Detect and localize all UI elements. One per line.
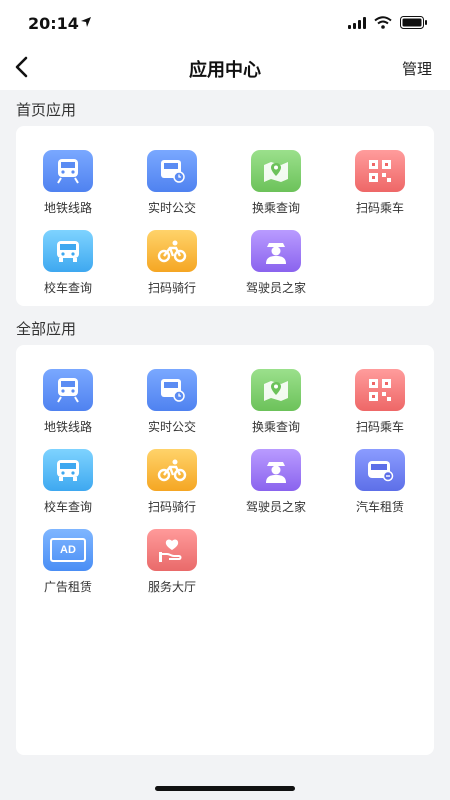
app-label: 扫码乘车 [355, 420, 404, 434]
driver-icon [251, 230, 301, 272]
bike-icon [147, 449, 197, 491]
app-item-scan-ride[interactable]: 扫码乘车 [328, 150, 432, 230]
app-label: 实时公交 [147, 201, 196, 215]
app-item-realtime-bus[interactable]: 实时公交 [120, 150, 224, 230]
section-title-home: 首页应用 [16, 101, 77, 119]
app-item-scan-bike[interactable]: 扫码骑行 [120, 230, 224, 310]
qr-code-icon [355, 150, 405, 192]
app-item-metro[interactable]: 地铁线路 [16, 150, 120, 230]
ad-icon-text: AD [50, 538, 86, 562]
app-item-transfer[interactable]: 换乘查询 [224, 369, 328, 449]
home-apps-card: 地铁线路 实时公交 换乘查询 扫码乘车 校车查询 扫码骑行 驾驶员之家 [16, 126, 434, 306]
bike-icon [147, 230, 197, 272]
school-bus-icon [43, 449, 93, 491]
bus-realtime-icon [147, 150, 197, 192]
app-label: 广告租赁 [43, 580, 92, 594]
metro-icon [43, 150, 93, 192]
app-label: 驾驶员之家 [245, 500, 306, 514]
app-item-realtime-bus[interactable]: 实时公交 [120, 369, 224, 449]
ad-icon: AD [43, 529, 93, 571]
all-apps-card: 地铁线路 实时公交 换乘查询 扫码乘车 校车查询 扫码骑行 驾驶员之家 汽车租赁… [16, 345, 434, 755]
app-label: 扫码乘车 [355, 201, 404, 215]
page-title: 应用中心 [189, 60, 261, 81]
bus-realtime-icon [147, 369, 197, 411]
app-item-driver-home[interactable]: 驾驶员之家 [224, 449, 328, 529]
app-item-school-bus[interactable]: 校车查询 [16, 449, 120, 529]
app-item-scan-ride[interactable]: 扫码乘车 [328, 369, 432, 449]
app-item-car-rental[interactable]: 汽车租赁 [328, 449, 432, 529]
map-pin-icon [251, 369, 301, 411]
driver-icon [251, 449, 301, 491]
qr-code-icon [355, 369, 405, 411]
app-item-transfer[interactable]: 换乘查询 [224, 150, 328, 230]
home-indicator [155, 786, 295, 791]
car-rental-icon [355, 449, 405, 491]
app-label: 校车查询 [43, 281, 92, 295]
app-label: 地铁线路 [43, 420, 92, 434]
app-item-service-hall[interactable]: 服务大厅 [120, 529, 224, 609]
app-item-school-bus[interactable]: 校车查询 [16, 230, 120, 310]
battery-icon [400, 16, 427, 29]
app-label: 实时公交 [147, 420, 196, 434]
app-label: 扫码骑行 [147, 500, 196, 514]
app-label: 换乘查询 [251, 420, 300, 434]
school-bus-icon [43, 230, 93, 272]
app-label: 驾驶员之家 [245, 281, 306, 295]
app-label: 校车查询 [43, 500, 92, 514]
app-item-metro[interactable]: 地铁线路 [16, 369, 120, 449]
map-pin-icon [251, 150, 301, 192]
nav-bar: 应用中心 管理 [0, 44, 450, 90]
manage-button[interactable]: 管理 [402, 58, 432, 79]
service-hall-icon [147, 529, 197, 571]
status-bar: 20:14 [0, 0, 450, 44]
wifi-icon [374, 16, 392, 29]
location-arrow-icon [81, 17, 91, 27]
app-label: 汽车租赁 [355, 500, 404, 514]
app-item-ad-rental[interactable]: AD 广告租赁 [16, 529, 120, 609]
section-title-all: 全部应用 [16, 320, 77, 338]
app-label: 换乘查询 [251, 201, 300, 215]
metro-icon [43, 369, 93, 411]
status-time: 20:14 [28, 14, 79, 33]
app-label: 服务大厅 [147, 580, 196, 594]
cellular-signal-icon [348, 17, 366, 29]
app-item-scan-bike[interactable]: 扫码骑行 [120, 449, 224, 529]
app-label: 扫码骑行 [147, 281, 196, 295]
app-item-driver-home[interactable]: 驾驶员之家 [224, 230, 328, 310]
app-label: 地铁线路 [43, 201, 92, 215]
